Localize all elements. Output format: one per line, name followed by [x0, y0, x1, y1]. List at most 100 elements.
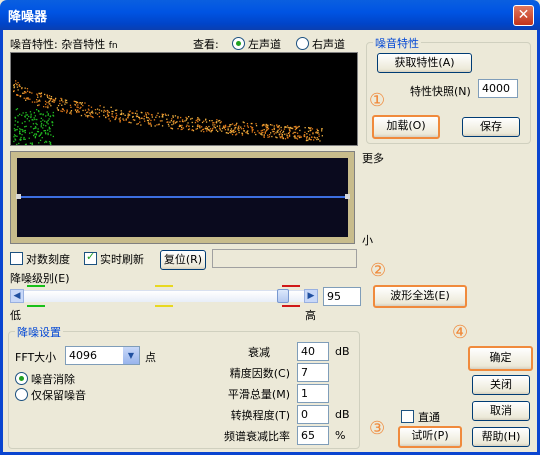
spectrum-dot-green — [34, 118, 36, 121]
spectrum-dot — [77, 106, 79, 109]
reset-button[interactable]: 复位(R) — [160, 250, 206, 270]
noise-remove-label: 噪音消除 — [31, 373, 75, 386]
spectrum-dot — [123, 119, 125, 121]
spectrum-dot — [299, 129, 301, 132]
spectrum-dot — [260, 130, 262, 132]
spectrum-dot — [304, 127, 306, 129]
spectrum-dot — [283, 128, 286, 130]
spectrum-dot — [238, 125, 240, 127]
attenuation-input[interactable]: 40 — [297, 342, 329, 361]
spectrum-dot — [52, 98, 54, 101]
cancel-button[interactable]: 取消 — [472, 401, 530, 421]
spectrum-dot — [236, 122, 238, 124]
preview-button[interactable]: 试听(P) — [398, 426, 462, 448]
spectrum-dot — [80, 114, 83, 117]
help-button[interactable]: 帮助(H) — [472, 427, 530, 447]
spectrum-dot-green — [47, 114, 49, 116]
spectrum-dot — [205, 119, 207, 121]
close-icon[interactable]: ✕ — [513, 5, 534, 26]
view-label: 查看: — [193, 38, 219, 51]
spectrum-dot — [195, 128, 197, 130]
spectrum-dot — [61, 110, 63, 113]
save-button[interactable]: 保存 — [462, 117, 520, 137]
spectrum-dot — [127, 115, 129, 117]
reduction-curve-line — [17, 196, 348, 198]
fft-size-value: 4096 — [69, 349, 97, 362]
spectrum-dot — [221, 127, 224, 130]
spectrum-dot — [219, 119, 221, 122]
spectrum-dot-green — [39, 139, 42, 141]
spectrum-dot-green — [29, 132, 31, 134]
realtime-label: 实时刷新 — [100, 253, 144, 266]
spectrum-dot — [103, 106, 105, 108]
spectrum-dot — [66, 109, 68, 111]
spectrum-dot — [235, 124, 237, 126]
attenuation-unit: dB — [335, 345, 350, 358]
curve-handle-right[interactable] — [345, 194, 350, 199]
spectrum-dot — [157, 112, 159, 114]
spectrum-dot — [293, 131, 295, 134]
fft-size-select[interactable]: 4096 ▼ — [65, 346, 140, 365]
spectrum-dot — [316, 137, 318, 139]
spectrum-dot — [24, 87, 26, 89]
spectrum-dot — [170, 127, 172, 129]
spectrum-dot — [87, 116, 89, 118]
precision-input[interactable]: 7 — [297, 363, 329, 382]
spectrum-dot — [199, 119, 201, 121]
noise-remove-radio[interactable] — [15, 372, 28, 385]
spectrum-dot-green — [21, 129, 24, 131]
level-input[interactable]: 95 — [323, 287, 361, 306]
spectrum-dot — [164, 113, 166, 115]
spectrum-dot — [139, 121, 141, 123]
transition-unit: dB — [335, 408, 350, 421]
scroll-right-icon[interactable]: ▶ — [304, 289, 318, 303]
spectrum-dot — [149, 122, 151, 125]
chevron-down-icon[interactable]: ▼ — [123, 347, 139, 364]
spectrum-dot — [150, 125, 152, 127]
spectrum-dot-green — [17, 115, 19, 117]
slider-thumb[interactable] — [276, 289, 289, 303]
get-profile-button[interactable]: 获取特性(A) — [377, 53, 472, 73]
spectrum-dot — [47, 105, 49, 107]
scroll-left-icon[interactable]: ◀ — [10, 289, 24, 303]
spectrum-dot — [192, 130, 195, 132]
bypass-checkbox[interactable] — [401, 410, 414, 423]
spectrum-dot — [100, 110, 103, 112]
spectrum-dot — [309, 128, 311, 130]
spectrum-dot-green — [47, 119, 49, 122]
spectrum-dot-green — [26, 114, 29, 116]
spectrum-dot — [66, 110, 68, 112]
spectrum-dot — [223, 125, 225, 127]
transition-label: 转换程度(T) — [230, 409, 290, 422]
spectrum-dot — [317, 138, 320, 140]
spectrum-dot — [196, 124, 199, 127]
spectrum-dot — [318, 133, 320, 135]
smoothing-input[interactable]: 1 — [297, 384, 329, 403]
load-button[interactable]: 加载(O) — [372, 115, 440, 139]
select-all-waveform-button[interactable]: 波形全选(E) — [373, 285, 467, 308]
snapshot-input[interactable]: 4000 — [478, 79, 518, 98]
spectrum-dot — [213, 126, 215, 128]
spectrum-dot — [236, 133, 238, 135]
spectrum-dot-green — [14, 124, 16, 126]
spectrum-dot — [201, 126, 203, 128]
spectrum-dot — [36, 99, 38, 101]
spectrum-dot — [84, 109, 87, 111]
spectrum-dot — [280, 126, 282, 129]
keep-noise-radio[interactable] — [15, 388, 28, 401]
close-button[interactable]: 关闭 — [472, 375, 530, 395]
transition-input[interactable]: 0 — [297, 405, 329, 424]
level-slider[interactable]: ◀ ▶ — [10, 285, 320, 307]
ok-button[interactable]: 确定 — [468, 346, 533, 371]
spectrum-dot-green — [40, 124, 42, 126]
spectrum-dot — [267, 136, 269, 138]
curve-handle-left[interactable] — [16, 194, 21, 199]
left-channel-radio[interactable] — [232, 37, 245, 50]
right-channel-radio[interactable] — [296, 37, 309, 50]
spectrum-dot — [251, 126, 254, 129]
log-scale-checkbox[interactable] — [10, 252, 23, 265]
spectral-decay-input[interactable]: 65 — [297, 426, 329, 445]
realtime-checkbox[interactable]: ✓ — [84, 250, 97, 265]
slider-track[interactable] — [24, 290, 304, 302]
yellow-marker-bottom — [155, 305, 173, 307]
